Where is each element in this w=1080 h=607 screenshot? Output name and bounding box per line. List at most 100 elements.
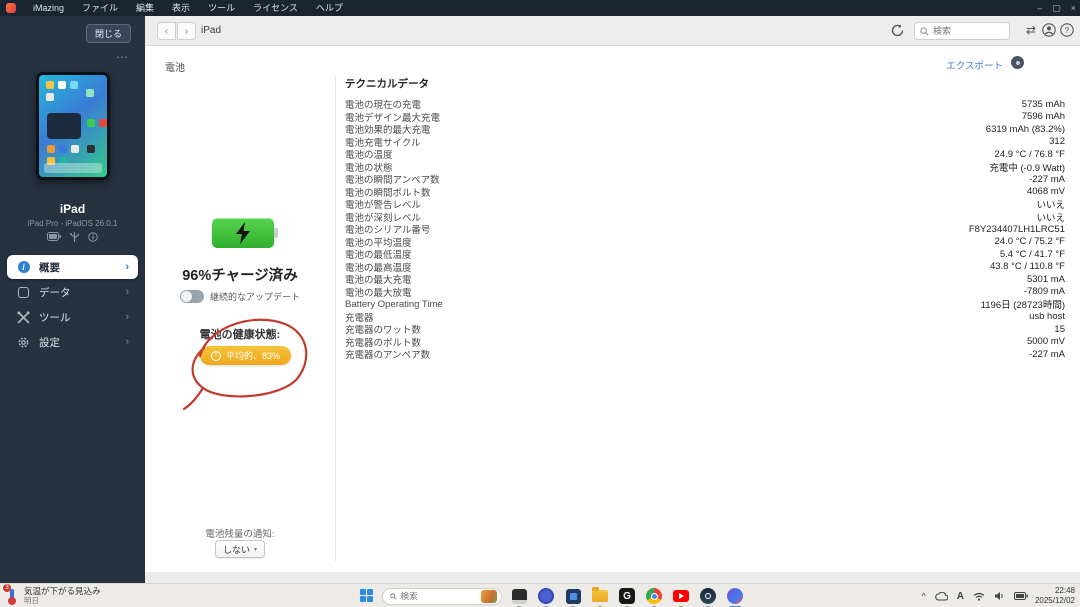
refresh-icon[interactable] <box>890 23 905 38</box>
data-square-icon <box>17 286 30 299</box>
battery-notify-label: 電池残量の通知: <box>145 526 335 540</box>
taskbar-app-dock: G <box>510 587 744 605</box>
sidebar-item-tools[interactable]: ツール › <box>7 305 138 329</box>
table-row: 電池デザイン最大充電7596 mAh <box>345 111 1065 124</box>
chevron-right-icon: › <box>125 261 129 273</box>
battery-summary-panel: 96%チャージ済み 継続的なアップデート 電池の健康状態: ! 平均的、83% … <box>145 46 335 572</box>
close-device-button[interactable]: 閉じる <box>86 24 131 43</box>
table-row: 電池が警告レベルいいえ <box>345 198 1065 211</box>
usb-connection-icon <box>70 232 79 242</box>
export-menu-icon[interactable] <box>1011 56 1024 69</box>
maximize-button[interactable]: ▢ <box>1052 3 1061 14</box>
back-button[interactable]: ‹ <box>157 22 176 40</box>
menu-help[interactable]: ヘルプ <box>307 0 352 16</box>
windows-taskbar: 3 気温が下がる見込み 明日 G <box>0 583 1080 607</box>
search-highlight-image <box>481 590 497 603</box>
volume-icon[interactable] <box>994 591 1005 601</box>
row-value: 5000 mV <box>1027 336 1065 347</box>
charge-percent-text: 96%チャージ済み <box>145 264 335 285</box>
battery-health-badge[interactable]: ! 平均的、83% <box>200 346 291 365</box>
table-row: 電池のシリアル番号F8Y234407LH1LRC51 <box>345 223 1065 236</box>
imazing-app-icon <box>6 3 16 13</box>
row-label: 電池の最大放電 <box>345 285 412 299</box>
device-subtitle: iPad Pro - iPadOS 26.0.1 <box>0 219 145 228</box>
taskbar-clock[interactable]: 22:48 2025/12/02 <box>1035 586 1075 606</box>
table-row: 電池の最大充電5301 mA <box>345 273 1065 286</box>
sidebar-item-label: 概要 <box>39 260 60 275</box>
search-icon <box>390 592 397 601</box>
export-link[interactable]: エクスポート <box>946 58 1003 72</box>
row-value: 43.8 °C / 110.8 °F <box>990 261 1065 272</box>
menu-edit[interactable]: 編集 <box>127 0 163 16</box>
ime-language-indicator[interactable]: A <box>957 591 964 602</box>
menu-file[interactable]: ファイル <box>73 0 127 16</box>
info-status-icon[interactable] <box>88 232 98 242</box>
sidebar-item-label: データ <box>39 285 71 300</box>
row-value: -7809 mA <box>1024 286 1065 297</box>
row-value: 5301 mA <box>1027 274 1065 285</box>
sidebar-nav: i 概要 › データ › ツール › 設定 › <box>0 254 145 355</box>
taskbar-file-explorer-icon[interactable] <box>591 587 609 605</box>
onedrive-cloud-icon[interactable] <box>935 592 948 601</box>
menu-view[interactable]: 表示 <box>163 0 199 16</box>
sidebar-item-settings[interactable]: 設定 › <box>7 330 138 354</box>
sidebar-item-label: 設定 <box>39 335 60 350</box>
row-value: 6319 mAh (83.2%) <box>986 124 1065 135</box>
clock-time: 22:48 <box>1035 586 1075 596</box>
sidebar-item-label: ツール <box>39 310 71 325</box>
taskbar-imazing-icon[interactable] <box>726 587 744 605</box>
menu-license[interactable]: ライセンス <box>244 0 307 16</box>
toolbar-search[interactable] <box>914 22 1010 40</box>
taskbar-app-blue-square-icon[interactable] <box>564 587 582 605</box>
start-button[interactable] <box>360 589 374 603</box>
row-label: 充電器のアンペア数 <box>345 347 430 361</box>
forward-button[interactable]: › <box>177 22 196 40</box>
taskbar-chrome-icon[interactable] <box>645 587 663 605</box>
battery-tray-icon[interactable] <box>1014 592 1028 600</box>
tray-chevron-up-icon[interactable]: ^ <box>922 591 926 601</box>
row-value: 312 <box>1049 136 1065 147</box>
taskbar-youtube-icon[interactable] <box>672 587 690 605</box>
menu-bar: iMazing ファイル 編集 表示 ツール ライセンス ヘルプ – ▢ × <box>0 0 1080 16</box>
minimize-button[interactable]: – <box>1037 3 1042 13</box>
row-value: -227 mA <box>1029 174 1065 185</box>
clock-date: 2025/12/02 <box>1035 596 1075 606</box>
chevron-right-icon: › <box>125 286 129 298</box>
battery-status-icon <box>47 232 61 241</box>
row-value: F8Y234407LH1LRC51 <box>969 224 1065 235</box>
thermometer-icon: 3 <box>5 587 19 605</box>
menu-tools[interactable]: ツール <box>199 0 244 16</box>
row-value: 1196日 (28723時間) <box>981 297 1065 311</box>
taskbar-github-icon[interactable]: G <box>618 587 636 605</box>
account-icon[interactable] <box>1042 23 1056 37</box>
battery-notify-dropdown[interactable]: しない ▾ <box>215 540 265 558</box>
taskbar-steam-icon[interactable] <box>699 587 717 605</box>
close-window-button[interactable]: × <box>1071 3 1076 13</box>
help-icon[interactable]: ? <box>1060 23 1074 37</box>
continuous-update-toggle[interactable] <box>180 290 204 303</box>
taskbar-search-input[interactable] <box>401 591 477 601</box>
table-row: 充電器のアンペア数-227 mA <box>345 348 1065 361</box>
system-tray: ^ A <box>922 584 1028 607</box>
weather-headline: 気温が下がる見込み <box>24 586 101 596</box>
row-value: 4068 mV <box>1027 186 1065 197</box>
battery-page: 電池 エクスポート 96%チャージ済み 継続的なアップデート 電池の健康状態: … <box>145 46 1080 572</box>
notify-dropdown-value: しない <box>223 543 250 556</box>
sidebar-item-overview[interactable]: i 概要 › <box>7 255 138 279</box>
menu-imazing[interactable]: iMazing <box>24 0 73 16</box>
warning-icon: ! <box>211 351 221 361</box>
taskbar-weather-widget[interactable]: 3 気温が下がる見込み 明日 <box>5 586 101 605</box>
battery-charge-icon <box>212 218 274 248</box>
more-options-icon[interactable]: ⋯ <box>116 50 129 64</box>
wifi-icon[interactable] <box>973 592 985 601</box>
svg-text:?: ? <box>1065 26 1070 35</box>
health-badge-text: 平均的、83% <box>226 349 280 362</box>
table-row: 電池の瞬間アンペア数-227 mA <box>345 173 1065 186</box>
sidebar-item-data[interactable]: データ › <box>7 280 138 304</box>
taskbar-app-blue-circle-icon[interactable] <box>537 587 555 605</box>
taskbar-search[interactable] <box>382 588 502 605</box>
taskbar-app-photos-icon[interactable] <box>510 587 528 605</box>
search-input[interactable] <box>933 26 1003 36</box>
transfer-icon[interactable]: ⇄ <box>1026 23 1036 37</box>
panel-divider <box>335 76 336 561</box>
